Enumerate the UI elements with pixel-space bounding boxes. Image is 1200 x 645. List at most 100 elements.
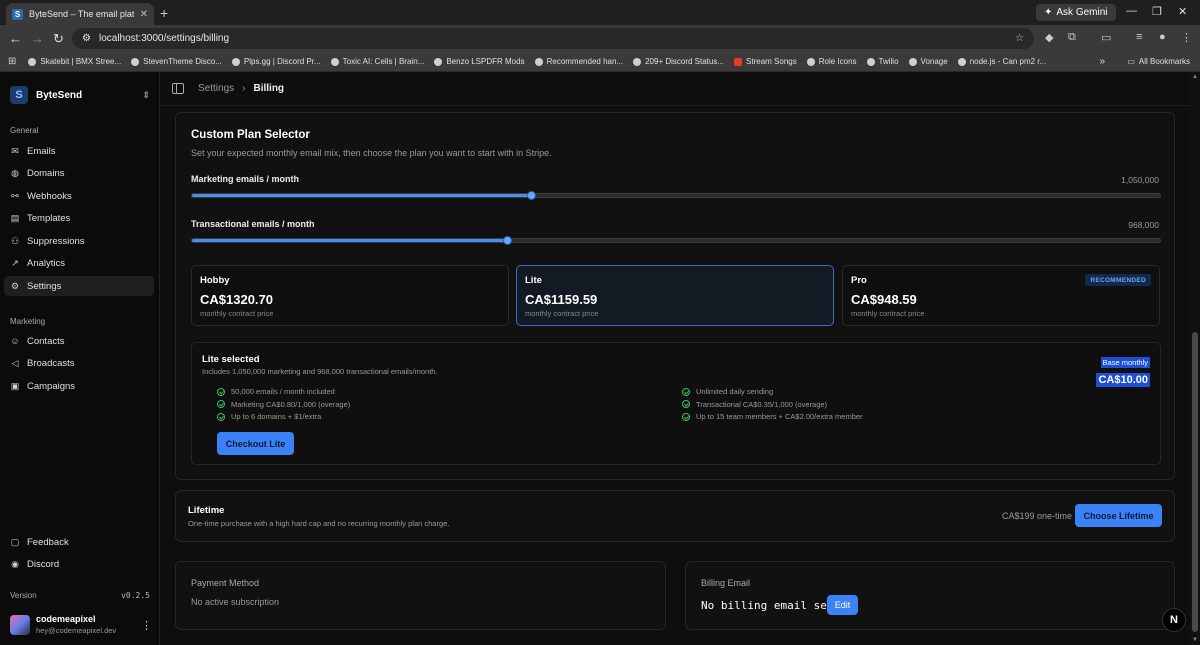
more-vertical-icon[interactable]: ⋮ [141, 619, 152, 632]
bookmark-favicon-icon [633, 57, 642, 66]
maximize-icon[interactable]: ❐ [1152, 5, 1162, 18]
tier-price: CA$948.59 [851, 292, 917, 307]
billing-email-card: Billing Email No billing email set Edit [685, 561, 1175, 630]
campaign-icon: ▣ [10, 380, 20, 391]
bookmark-item[interactable]: node.js - Can pm2 r... [957, 57, 1046, 66]
more-bookmarks-icon[interactable]: » [1099, 56, 1105, 67]
chart-icon: ↗ [11, 258, 19, 268]
sidebar-item-discord[interactable]: ◉ Discord [4, 555, 154, 575]
bookmark-label: Plps.gg | Discord Pr... [243, 57, 321, 66]
media-icon[interactable]: ≡ [1136, 31, 1142, 43]
page-scrollbar[interactable]: ▲ ▼ [1190, 72, 1200, 645]
transactional-slider-handle[interactable] [502, 236, 512, 245]
sidebar-toggle-icon[interactable] [172, 83, 184, 94]
choose-lifetime-button[interactable]: Choose Lifetime [1075, 504, 1162, 527]
scrollbar-thumb[interactable] [1192, 332, 1198, 632]
feature-label: Marketing CA$0.80/1,000 (overage) [231, 399, 351, 409]
payment-method-value: No active subscription [191, 597, 280, 607]
tier-card-hobby[interactable]: Hobby CA$1320.70 monthly contract price [191, 265, 509, 326]
bookmark-item[interactable]: Benzo LSPDFR Mods [434, 57, 525, 66]
lifetime-subtitle: One-time purchase with a high hard cap a… [188, 519, 450, 528]
bookmark-item[interactable]: Role Icons [806, 57, 857, 66]
user-menu[interactable]: codemeapixel hey@codemeapixel.dev ⋮ [10, 613, 152, 637]
sidebar-item-domains[interactable]: ◍ Domains [4, 164, 154, 184]
browser-tab[interactable]: S ByteSend – The email platform ✕ [6, 3, 154, 25]
sidebar-item-label: Settings [27, 280, 62, 292]
minimize-icon[interactable]: — [1126, 5, 1137, 17]
version-row: Version v0.2.5 [10, 591, 150, 600]
sidebar-item-label: Feedback [27, 536, 69, 548]
marketing-slider-handle[interactable] [526, 191, 536, 200]
nextjs-devtools-button[interactable]: N [1162, 608, 1186, 632]
bookmark-item[interactable]: Stream Songs [734, 57, 797, 66]
billing-email-value: No billing email set [701, 599, 834, 612]
bookmark-item[interactable]: Skatebit | BMX Stree... [28, 57, 121, 66]
reload-icon[interactable]: ↻ [53, 31, 64, 47]
sidebar-item-templates[interactable]: ▤ Templates [4, 209, 154, 229]
sidebar-item-feedback[interactable]: ▢ Feedback [4, 532, 154, 552]
selected-plan-details: Lite selected Includes 1,050,000 marketi… [191, 342, 1161, 465]
scroll-down-icon[interactable]: ▼ [1192, 637, 1198, 643]
sidebar-item-campaigns[interactable]: ▣ Campaigns [4, 376, 154, 396]
close-window-icon[interactable]: ✕ [1178, 5, 1187, 18]
tier-card-lite[interactable]: Lite CA$1159.59 monthly contract price [516, 265, 834, 326]
plan-selector-title: Custom Plan Selector [191, 129, 310, 141]
forward-icon[interactable]: → [31, 31, 44, 46]
marketing-slider[interactable] [191, 191, 1161, 200]
bookmark-item[interactable]: Plps.gg | Discord Pr... [231, 57, 321, 66]
tier-name: Lite [525, 275, 542, 286]
site-info-icon[interactable]: ⚙ [82, 33, 91, 44]
tier-note: monthly contract price [200, 309, 274, 318]
sidebar-item-label: Campaigns [27, 380, 76, 392]
back-icon[interactable]: ← [9, 31, 22, 46]
feature-item: 50,000 emails / month included [217, 387, 335, 396]
bookmark-item[interactable]: Recommended han... [534, 57, 623, 66]
profile-icon[interactable]: ● [1159, 31, 1166, 43]
cast-icon[interactable]: ▭ [1101, 31, 1111, 44]
sidebar-item-label: Domains [27, 168, 65, 179]
sidebar-item-contacts[interactable]: ☺ Contacts [4, 331, 154, 351]
extension-icon[interactable]: ◆ [1045, 31, 1053, 44]
transactional-slider[interactable] [191, 236, 1161, 245]
bookmark-item[interactable]: Toxic AI: Cells | Brain... [330, 57, 424, 66]
bookmark-item[interactable]: 209+ Discord Status... [633, 57, 724, 66]
globe-icon: ◍ [11, 168, 19, 178]
feature-label: Up to 15 team members + CA$2.00/extra me… [696, 412, 863, 421]
bookmark-favicon-icon [330, 57, 339, 66]
avatar [10, 615, 30, 635]
marketing-slider-label: Marketing emails / month [191, 174, 300, 184]
contacts-icon: ☺ [10, 336, 20, 346]
user-x-icon: ⚇ [10, 235, 20, 246]
apps-grid-icon[interactable]: ⊞ [8, 56, 16, 67]
checkout-button[interactable]: Checkout Lite [217, 432, 294, 455]
sidebar-item-webhooks[interactable]: ⚯ Webhooks [4, 186, 154, 206]
sidebar-item-settings[interactable]: ⚙ Settings [4, 276, 154, 296]
bookmark-item[interactable]: Twilio [866, 57, 899, 66]
close-tab-icon[interactable]: ✕ [140, 9, 148, 20]
sidebar-item-suppressions[interactable]: ⚇ Suppressions [4, 231, 154, 251]
transactional-slider-fill [192, 239, 507, 242]
bookmark-item[interactable]: Vonage [908, 57, 948, 66]
address-bar[interactable]: ⚙ localhost:3000/settings/billing ☆ [72, 28, 1034, 49]
bookmark-item[interactable]: StevenTheme Disco... [131, 57, 222, 66]
sidebar-item-analytics[interactable]: ↗ Analytics [4, 254, 154, 274]
edit-billing-email-button[interactable]: Edit [827, 595, 858, 615]
ask-gemini-button[interactable]: ✦ Ask Gemini [1036, 4, 1116, 21]
all-bookmarks[interactable]: ▭ All Bookmarks [1127, 57, 1190, 66]
breadcrumb-settings[interactable]: Settings [198, 83, 234, 94]
tab-title: ByteSend – The email platform [29, 9, 134, 19]
header-divider [160, 105, 1190, 106]
new-tab-icon[interactable]: + [160, 5, 168, 21]
menu-dots-icon[interactable]: ⋮ [1181, 31, 1192, 44]
scroll-up-icon[interactable]: ▲ [1192, 74, 1198, 80]
sidebar-item-label: Discord [27, 559, 60, 570]
file-icon: ▤ [10, 213, 20, 223]
sidebar-item-emails[interactable]: ✉ Emails [4, 141, 154, 161]
puzzle-icon[interactable]: ⧉ [1068, 31, 1076, 44]
tier-card-pro[interactable]: Pro RECOMMENDED CA$948.59 monthly contra… [842, 265, 1160, 326]
workspace-switcher[interactable]: S ByteSend ⇕ [10, 84, 150, 106]
main-content: Settings › Billing Custom Plan Selector … [160, 72, 1190, 645]
bookmark-star-icon[interactable]: ☆ [1015, 33, 1024, 44]
discord-icon: ◉ [11, 559, 19, 569]
sidebar-item-broadcasts[interactable]: ◁ Broadcasts [4, 354, 154, 374]
